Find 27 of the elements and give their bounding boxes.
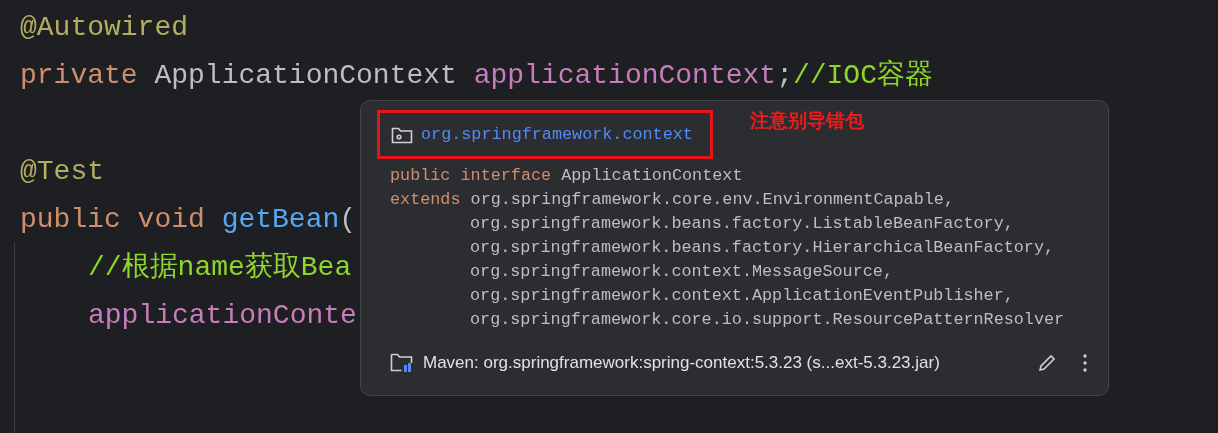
code-text: ( — [339, 203, 357, 237]
package-link[interactable]: org.springframework.context — [421, 121, 693, 148]
keyword-text: extends — [390, 189, 462, 211]
method-name: getBean — [221, 203, 340, 237]
field-name: applicationContext — [473, 59, 777, 93]
keyword-text: public interface — [390, 165, 553, 187]
keyword-text: public void — [20, 203, 206, 237]
code-text: ; — [776, 59, 793, 93]
more-options-icon[interactable] — [1082, 352, 1088, 373]
declaration-text: org.springframework.beans.factory.ListableBeanFactory, — [470, 213, 1014, 235]
code-text: ApplicationContext — [153, 59, 458, 93]
declaration-text: org.springframework.core.env.EnvironmentCapable, — [470, 189, 954, 211]
library-folder-icon — [390, 351, 414, 374]
library-path: Maven: org.springframework:spring-context:5.3.23 (s...ext-5.3.23.jar) — [423, 352, 940, 374]
code-comment: //根据name获取Bea — [88, 251, 352, 285]
declaration-text: org.springframework.context.ApplicationEventPublisher, — [470, 285, 1014, 307]
keyword-text: private — [20, 59, 138, 93]
annotation-note: 注意别导错包 — [750, 109, 864, 134]
declaration-text: org.springframework.context.MessageSource, — [470, 261, 893, 283]
field-name: applicationConte — [88, 299, 357, 333]
declaration-text: org.springframework.core.io.support.ResourcePatternResolver — [470, 309, 1065, 331]
annotation-text: @Autowired — [20, 11, 189, 45]
annotation-text: @Test — [20, 155, 104, 189]
package-folder-icon — [391, 125, 413, 144]
declaration-text: org.springframework.beans.factory.HierarchicalBeanFactory, — [470, 237, 1055, 259]
declaration-text: ApplicationContext — [561, 165, 743, 187]
code-comment: //IOC容器 — [792, 58, 933, 93]
